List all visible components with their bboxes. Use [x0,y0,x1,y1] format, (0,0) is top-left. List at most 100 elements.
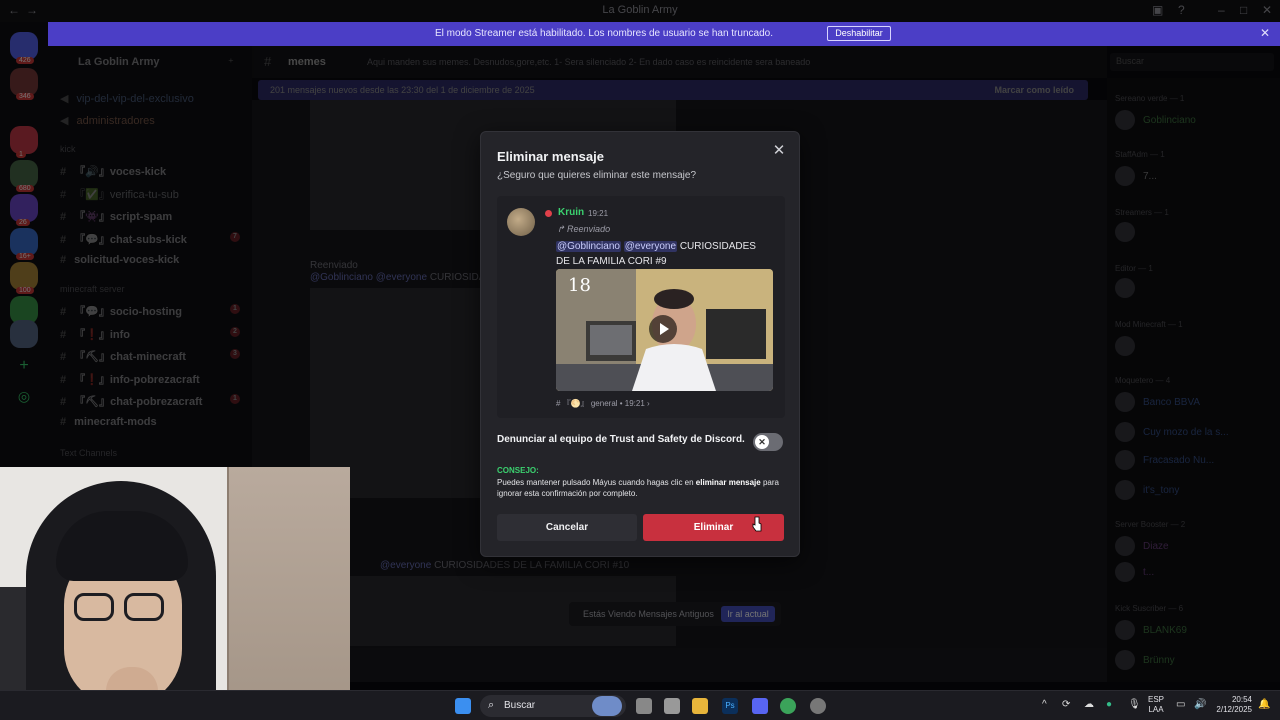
maximize-button[interactable]: □ [1240,3,1247,17]
video-attachment[interactable]: 18 [556,269,773,391]
server-icon[interactable]: 1 [10,126,38,158]
minimize-button[interactable]: – [1218,3,1225,17]
cloud-icon[interactable]: ☁ [1084,699,1094,710]
start-icon[interactable] [455,698,471,714]
old-messages-pill: Estás Viendo Mensajes Antiguos Ir al act… [569,602,781,626]
channel-topic[interactable]: Aqui manden sus memes. Desnudos,gore,etc… [367,57,810,67]
server-icon[interactable]: 26 [10,194,38,226]
channel-item[interactable]: # 『💬』chat-subs-kick 7 [60,231,240,247]
discord-icon[interactable] [752,698,768,714]
volume-icon[interactable]: 🔊 [1194,699,1206,710]
explore-icon[interactable]: ◎ [10,382,38,410]
member-category: Streamers — 1 [1115,208,1169,217]
member-category: Editor — 1 [1115,264,1153,273]
channel-item[interactable]: # 『🔊』voces-kick [60,163,166,179]
app-tray-icon[interactable]: ● [1106,699,1112,710]
chrome-icon[interactable] [780,698,796,714]
message-composer[interactable] [252,648,1107,682]
task-view-icon[interactable] [636,698,652,714]
member-item[interactable]: Diaze [1115,536,1275,558]
member-item[interactable] [1115,278,1275,300]
channel-item[interactable]: ◀ vip-del-vip-del-exclusivo [60,92,194,105]
close-icon[interactable]: ✕ [771,143,787,159]
search-highlight-icon[interactable] [592,696,622,716]
avatar [1115,450,1135,470]
channel-item[interactable]: # 『❗』info-pobrezacraft [60,371,200,387]
member-category: StaffAdm — 1 [1115,150,1165,159]
member-item[interactable] [1115,222,1275,244]
direct-messages-button[interactable]: 426 [10,32,38,64]
member-item[interactable]: BLANK69 [1115,620,1275,642]
report-toggle[interactable]: ✕ [753,433,783,451]
member-item[interactable]: t... [1115,562,1275,584]
member-item[interactable]: Goblinciano [1115,110,1275,132]
message-author: Kruin [558,207,585,218]
add-member-icon[interactable]: ⁺ [228,56,234,69]
member-item[interactable]: 7... [1115,166,1275,188]
channel-item[interactable]: # solicitud-voces-kick [60,254,179,266]
close-icon[interactable]: ✕ [1260,26,1270,40]
message-origin[interactable]: # 『🌕』 general • 19:21 › [556,398,650,409]
server-name[interactable]: La Goblin Army [78,56,160,68]
cancel-button[interactable]: Cancelar [497,514,637,541]
member-item[interactable]: it's_tony [1115,480,1275,502]
add-server-icon[interactable]: + [10,352,38,380]
close-window-button[interactable]: ✕ [1262,3,1272,17]
avatar [1115,336,1135,356]
taskbar: ⌕ Buscar Ps ^ ⟳ ☁ ● 🎙 ESP LAA ▭ 🔊 20:54 2/… [0,690,1280,720]
app-icon[interactable] [664,698,680,714]
channel-item[interactable]: # 『⛏』chat-pobrezacraft 1 [60,393,240,409]
mention-badge: 1 [230,394,240,404]
server-icon[interactable]: 680 [10,160,38,192]
category-header[interactable]: Text Channels [60,448,117,458]
channel-item[interactable]: ◀ administradores [60,114,155,127]
language-indicator[interactable]: ESP LAA [1148,695,1164,715]
channel-item[interactable]: # 『⛏』chat-minecraft 3 [60,348,240,364]
webcam-hair [56,511,188,581]
file-explorer-icon[interactable] [692,698,708,714]
disable-streamer-button[interactable]: Deshabilitar [827,26,891,41]
channel-item[interactable]: # 『✅』verifica-tu-sub [60,186,179,202]
category-header[interactable]: minecraft server [60,284,125,294]
delete-button[interactable]: Eliminar [643,514,784,541]
search-input[interactable]: Buscar [1110,53,1274,71]
help-icon[interactable]: ? [1178,3,1185,17]
member-category: Mod Minecraft — 1 [1115,320,1183,329]
sync-icon[interactable]: ⟳ [1062,699,1070,710]
channel-item[interactable]: # 『💬』socio-hosting 1 [60,303,240,319]
network-icon[interactable]: ▭ [1176,699,1185,710]
webcam-overlay [0,467,350,720]
server-icon[interactable]: 16+ [10,228,38,260]
server-icon[interactable]: 346 [10,68,38,100]
member-item[interactable]: Banco BBVA [1115,392,1275,414]
inbox-icon[interactable]: ▣ [1152,3,1163,17]
unread-badge: 1 [16,151,26,158]
notification-icon[interactable]: 🔔 [1258,699,1270,710]
mic-icon[interactable]: 🎙 [1128,699,1141,710]
message-timestamp: 19:21 [588,209,609,218]
channel-item[interactable]: # 『👾』script-spam [60,208,172,224]
mark-as-read-button[interactable]: Marcar como leído [994,85,1074,95]
channel-item[interactable]: # 『❗』info 2 [60,326,240,342]
banner-text: El modo Streamer está habilitado. Los no… [435,28,773,39]
channel-header: # memes Aqui manden sus memes. Desnudos,… [252,46,1107,78]
avatar [507,208,535,236]
channel-item[interactable]: # minecraft-mods [60,416,157,428]
chevron-up-icon[interactable]: ^ [1042,699,1047,710]
jump-to-present-button[interactable]: Ir al actual [721,606,775,622]
clock[interactable]: 20:54 2/12/2025 [1212,695,1252,715]
member-item[interactable]: Brünny [1115,650,1275,672]
pointer-cursor-icon [752,516,762,532]
unread-badge: 346 [16,93,34,100]
server-icon[interactable] [10,320,38,348]
member-item[interactable]: Fracasado Nu... [1115,450,1275,472]
member-item[interactable]: Cuy mozo de la s... [1115,422,1275,444]
photoshop-icon[interactable]: Ps [722,698,738,714]
streamer-mode-banner: El modo Streamer está habilitado. Los no… [48,22,1280,46]
member-item[interactable] [1115,336,1275,358]
new-messages-bar[interactable]: 201 mensajes nuevos desde las 23:30 del … [258,80,1088,100]
server-icon[interactable]: 100 [10,262,38,294]
category-header[interactable]: kick [60,144,76,154]
play-icon[interactable] [649,315,677,343]
app-icon[interactable] [810,698,826,714]
